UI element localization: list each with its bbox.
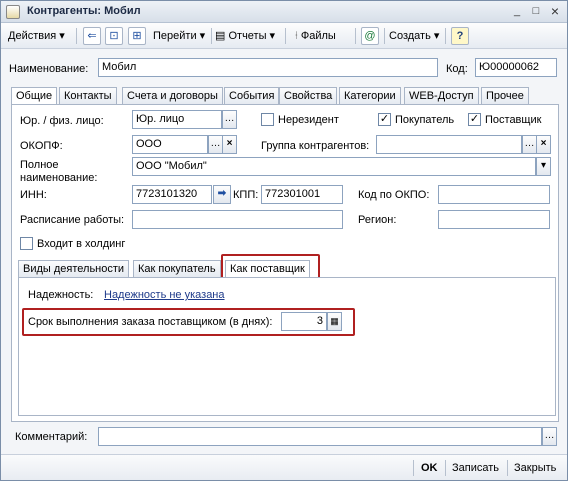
nonresident-label: Нерезидент <box>278 114 339 126</box>
catalog-icon <box>6 5 20 19</box>
goto-label: Перейти <box>153 30 197 42</box>
tab-other[interactable]: Прочее <box>481 87 529 104</box>
okopf-label: ОКОПФ: <box>20 140 63 152</box>
code-field[interactable]: Ю00000062 <box>475 58 557 77</box>
term-field[interactable]: 3 <box>281 312 327 331</box>
inn-field[interactable]: 7723101320 <box>132 185 212 204</box>
toolbar-separator <box>285 28 286 44</box>
create-label: Создать <box>389 30 431 42</box>
tab-events[interactable]: События <box>224 87 280 104</box>
inn-label: ИНН: <box>20 189 47 201</box>
toolbar-separator <box>445 460 446 476</box>
contractor-window: Контрагенты: Мобил _ □ × Действия ▾ ⇐ ⊡ … <box>0 0 568 481</box>
group-label: Группа контрагентов: <box>261 140 370 152</box>
buyer-checkbox[interactable]: ✓ <box>378 113 391 126</box>
minimize-button[interactable]: _ <box>509 4 525 19</box>
files-button[interactable]: ⍿ Файлы <box>295 27 336 45</box>
clear-icon[interactable]: × <box>222 135 237 154</box>
reports-menu[interactable]: ▤ Отчеты ▾ <box>215 27 275 45</box>
reliability-link[interactable]: Надежность не указана <box>104 289 225 301</box>
subtab-activity[interactable]: Виды деятельности <box>18 260 130 277</box>
back-arrow-icon[interactable]: ⇐ <box>83 27 101 45</box>
reports-label: Отчеты <box>228 30 267 42</box>
select-button[interactable]: … <box>522 135 537 154</box>
region-field[interactable] <box>438 210 550 229</box>
goto-icon[interactable]: ⊞ <box>128 27 146 45</box>
email-icon[interactable]: @ <box>361 27 379 45</box>
supplier-label: Поставщик <box>485 114 542 126</box>
tab-properties[interactable]: Свойства <box>279 87 338 104</box>
schedule-field[interactable] <box>132 210 343 229</box>
title-bar: Контрагенты: Мобил _ □ × <box>1 1 567 23</box>
comment-label: Комментарий: <box>15 431 88 443</box>
schedule-label: Расписание работы: <box>20 214 125 226</box>
toolbar-separator <box>507 460 508 476</box>
code-label: Код: <box>446 63 468 75</box>
toolbar-separator <box>445 28 446 44</box>
kpp-label: КПП: <box>233 189 259 201</box>
form-footer: OK Записать Закрыть <box>1 454 567 480</box>
toolbar-separator <box>413 460 414 476</box>
okpo-field[interactable] <box>438 185 550 204</box>
kpp-field[interactable]: 772301001 <box>261 185 343 204</box>
highlight-frame <box>221 254 320 279</box>
comment-field[interactable] <box>98 427 542 446</box>
legal-type-label: Юр. / физ. лицо: <box>20 115 104 127</box>
actions-label: Действия <box>8 30 57 42</box>
subtab-as-buyer[interactable]: Как покупатель <box>133 260 221 277</box>
toolbar-separator <box>355 28 356 44</box>
ok-button[interactable]: OK <box>421 460 438 477</box>
tab-web-access[interactable]: WEB-Доступ <box>404 87 479 104</box>
holding-checkbox[interactable] <box>20 237 33 250</box>
buyer-label: Покупатель <box>395 114 455 126</box>
region-label: Регион: <box>358 214 397 226</box>
structure-icon[interactable]: ⊡ <box>105 27 123 45</box>
clear-icon[interactable]: × <box>536 135 551 154</box>
supplier-panel <box>18 277 556 416</box>
save-button[interactable]: Записать <box>452 460 499 477</box>
files-label: Файлы <box>300 30 336 42</box>
tab-general[interactable]: Общие <box>11 87 58 105</box>
create-menu[interactable]: Создать ▾ <box>389 27 439 45</box>
holding-label: Входит в холдинг <box>37 238 126 250</box>
legal-type-field[interactable]: Юр. лицо <box>132 110 222 129</box>
reliability-label: Надежность: <box>28 289 94 301</box>
supplier-checkbox[interactable]: ✓ <box>468 113 481 126</box>
toolbar-separator <box>384 28 385 44</box>
maximize-button[interactable]: □ <box>528 4 544 19</box>
group-field[interactable] <box>376 135 522 154</box>
okopf-field[interactable]: ООО <box>132 135 208 154</box>
name-label: Наименование: <box>9 63 89 75</box>
chevron-down-icon[interactable]: ▾ <box>536 157 551 176</box>
arrow-right-icon[interactable]: ➡ <box>213 185 231 204</box>
toolbar-separator <box>76 28 77 44</box>
select-button[interactable]: … <box>208 135 223 154</box>
toolbar-separator <box>211 28 212 44</box>
main-tabs: Общие Контакты Счета и договоры События … <box>11 87 561 105</box>
fullname-label: Полное наименование: <box>20 159 98 184</box>
term-label: Срок выполнения заказа поставщиком (в дн… <box>28 316 273 328</box>
tab-contacts[interactable]: Контакты <box>59 87 117 104</box>
close-window-button[interactable]: × <box>547 4 563 19</box>
goto-menu[interactable]: Перейти ▾ <box>153 27 205 45</box>
calculator-icon[interactable]: ▦ <box>327 312 342 331</box>
select-button[interactable]: … <box>222 110 237 129</box>
okpo-label: Код по ОКПО: <box>358 189 430 201</box>
help-icon[interactable]: ? <box>451 27 469 45</box>
tab-categories[interactable]: Категории <box>339 87 401 104</box>
fullname-field[interactable]: ООО "Мобил" <box>132 157 536 176</box>
tab-accounts[interactable]: Счета и договоры <box>122 87 223 104</box>
close-button[interactable]: Закрыть <box>514 460 556 477</box>
actions-menu[interactable]: Действия ▾ <box>8 27 65 45</box>
name-field[interactable]: Мобил <box>98 58 438 77</box>
paperclip-icon: ⍿ <box>295 30 298 42</box>
window-title: Контрагенты: Мобил <box>27 5 141 17</box>
nonresident-checkbox[interactable] <box>261 113 274 126</box>
select-button[interactable]: … <box>542 427 557 446</box>
report-icon: ▤ <box>215 30 226 42</box>
toolbar: Действия ▾ ⇐ ⊡ ⊞ Перейти ▾ ▤ Отчеты ▾ ⍿ … <box>1 23 567 49</box>
